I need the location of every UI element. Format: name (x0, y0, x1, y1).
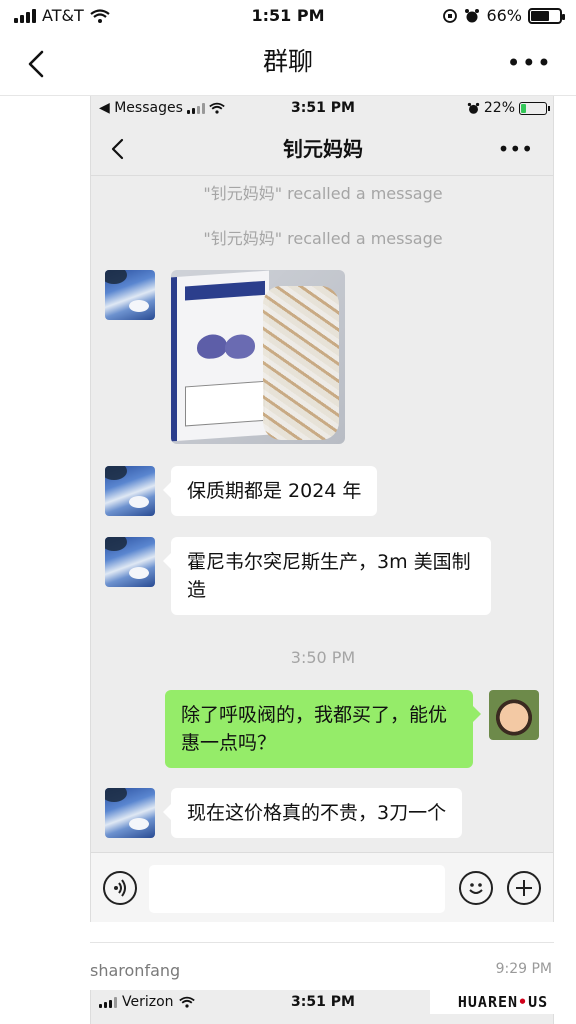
post-username[interactable]: sharonfang (90, 961, 180, 980)
message-bubble: 现在这价格真的不贵，3刀一个 (162, 788, 463, 838)
divider (90, 942, 554, 943)
message-bubble: 霍尼韦尔突尼斯生产，3m 美国制造 (163, 537, 491, 615)
mask-product-photo (171, 270, 345, 444)
inner-battery-icon (519, 101, 550, 115)
watermark-logo: HUAREN•US (430, 990, 576, 1014)
watermark-tld: US (528, 993, 549, 1011)
avatar (105, 270, 155, 320)
emoji-icon (459, 871, 493, 905)
inner-chat-title: 钊元妈妈 (283, 137, 363, 161)
avatar (105, 788, 155, 838)
my-avatar (489, 690, 539, 740)
inner-alarm-icon (467, 102, 480, 114)
recall-notice: "钊元妈妈" recalled a message (203, 184, 443, 203)
top-nav: 群聊 ••• (0, 32, 576, 96)
inner-battery-percent: 22% (483, 100, 515, 116)
avatar (105, 466, 155, 516)
watermark-dot: • (518, 993, 529, 1011)
message-input (149, 865, 445, 913)
embedded-screenshot[interactable]: ◀ Messages 3:51 PM 22% 钊元妈妈 ••• "钊元妈妈" r… (90, 96, 554, 922)
recall-notice: "钊元妈妈" recalled a message (203, 229, 443, 248)
plus-icon (507, 871, 541, 905)
battery-icon (528, 7, 565, 24)
status-bar: AT&T 1:51 PM 66% (0, 0, 576, 32)
voice-icon (103, 871, 137, 905)
watermark-brand: HUAREN (457, 993, 519, 1011)
inner-more-icon: ••• (497, 137, 533, 161)
mask-bag (263, 286, 339, 440)
composer (91, 852, 553, 922)
avatar (105, 537, 155, 587)
inner-status-bar: ◀ Messages 3:51 PM 22% (91, 96, 553, 122)
more-button[interactable]: ••• (507, 48, 552, 78)
my-message-bubble: 除了呼吸阀的，我都买了，能优惠一点吗？ (165, 690, 481, 768)
orientation-lock-icon (443, 8, 458, 23)
message-bubble: 保质期都是 2024 年 (162, 466, 378, 516)
respirator-box (171, 270, 269, 442)
page-title: 群聊 (262, 47, 313, 76)
chat-timestamp: 3:50 PM (290, 648, 356, 667)
alarm-icon (465, 8, 480, 22)
post-time: 9:29 PM (495, 961, 552, 977)
inner-nav: 钊元妈妈 ••• (91, 122, 553, 176)
battery-percent: 66% (486, 6, 522, 25)
